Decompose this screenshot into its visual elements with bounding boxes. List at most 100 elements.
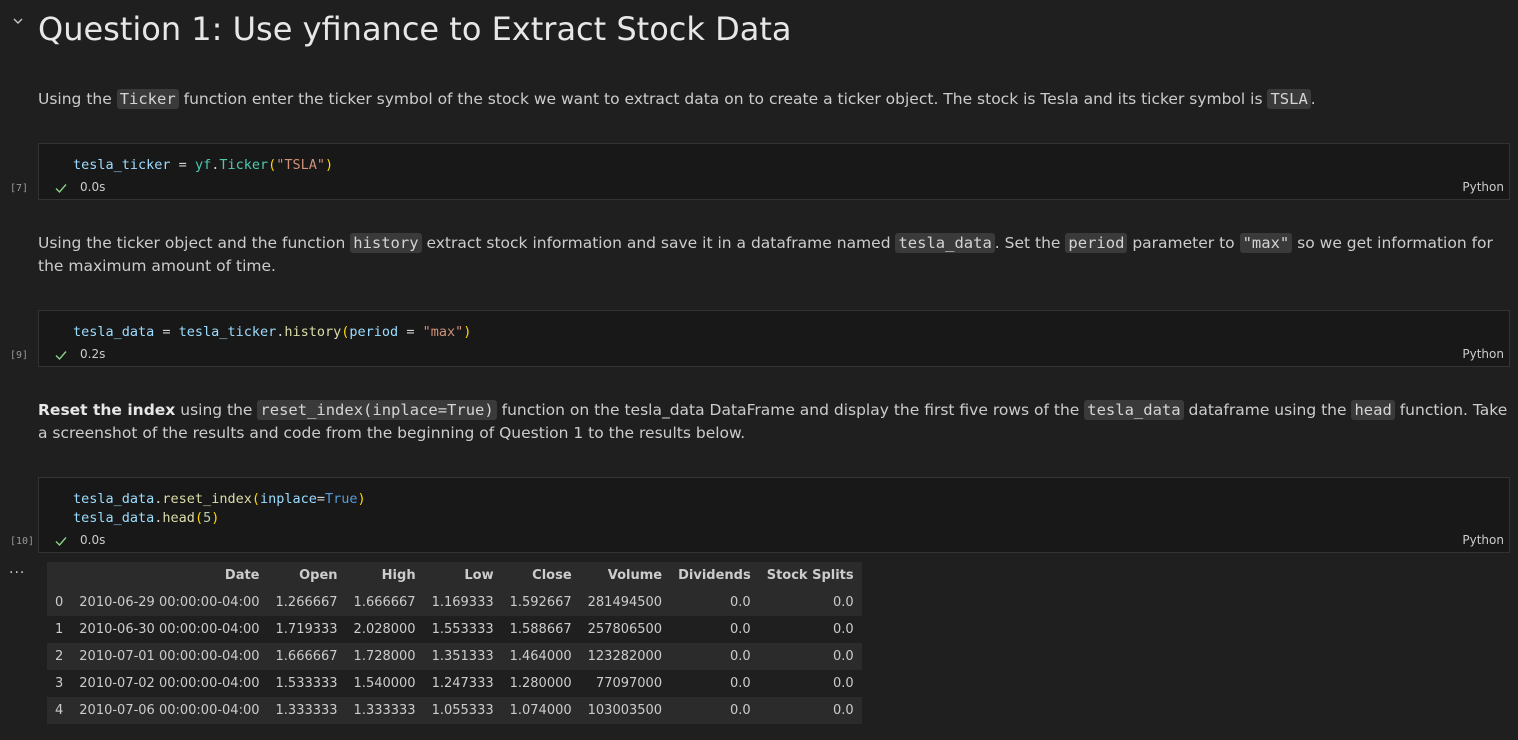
cell-status-bar: 0.2s Python [39, 344, 1509, 366]
table-cell: 1.588667 [501, 616, 580, 643]
row-index: 2 [47, 643, 72, 670]
code-token: ( [194, 510, 204, 526]
row-index: 0 [47, 589, 72, 616]
table-cell: 0.0 [670, 616, 759, 643]
code-token: 5 [203, 510, 212, 526]
cell-status-bar: 0.0s Python [39, 530, 1509, 552]
inline-code: period [1065, 233, 1128, 253]
column-header: Stock Splits [758, 562, 862, 589]
table-cell: 1.666667 [345, 589, 424, 616]
table-cell: 1.592667 [501, 589, 580, 616]
check-icon [54, 181, 68, 195]
execution-time: 0.0s [80, 533, 106, 547]
code-token: True [325, 491, 358, 507]
markdown-cell: Using the Ticker function enter the tick… [38, 88, 1498, 111]
language-selector[interactable]: Python [1462, 347, 1504, 361]
table-cell: 1.055333 [423, 697, 502, 724]
check-icon [54, 348, 68, 362]
md-text: dataframe using the [1183, 401, 1352, 419]
inline-code: tesla_data [895, 233, 995, 253]
table-cell: 0.0 [670, 670, 759, 697]
table-cell: 2010-06-30 00:00:00-04:00 [71, 616, 268, 643]
code-token: = [170, 157, 195, 173]
table-cell: 0.0 [758, 589, 862, 616]
table-cell: 1.333333 [345, 697, 424, 724]
code-token: = [154, 324, 179, 340]
code-editor[interactable]: tesla_ticker = yf.Ticker("TSLA") [73, 156, 333, 175]
inline-code: tesla_data [1084, 400, 1184, 420]
code-token: = [398, 324, 423, 340]
table-cell: 0.0 [758, 643, 862, 670]
column-header: Dividends [670, 562, 759, 589]
table-cell: 1.540000 [345, 670, 424, 697]
code-token: "TSLA" [276, 157, 326, 173]
table-cell: 0.0 [758, 616, 862, 643]
md-text: Using the [38, 90, 117, 108]
column-header: Close [501, 562, 580, 589]
code-token: ) [325, 157, 334, 173]
table-cell: 0.0 [670, 697, 759, 724]
table-cell: 1.728000 [345, 643, 424, 670]
table-cell: 1.074000 [501, 697, 580, 724]
table-cell: 1.333333 [267, 697, 346, 724]
code-editor[interactable]: tesla_data.reset_index(inplace=True) tes… [73, 490, 366, 528]
code-cell[interactable]: tesla_data = tesla_ticker.history(period… [38, 310, 1510, 367]
row-index: 4 [47, 697, 72, 724]
table-row: 0 2010-06-29 00:00:00-04:00 1.266667 1.6… [47, 589, 862, 616]
cell-status-bar: 0.0s Python [39, 177, 1509, 199]
inline-code: Ticker [116, 89, 179, 109]
execution-count: [9] [10, 350, 29, 361]
inline-code: head [1351, 400, 1395, 420]
check-icon [54, 534, 68, 548]
table-cell: 2010-06-29 00:00:00-04:00 [71, 589, 268, 616]
table-cell: 1.464000 [501, 643, 580, 670]
code-cell[interactable]: tesla_data.reset_index(inplace=True) tes… [38, 477, 1510, 553]
md-text: extract stock information and save it in… [421, 234, 896, 252]
table-row: 1 2010-06-30 00:00:00-04:00 1.719333 2.0… [47, 616, 862, 643]
code-token: "max" [422, 324, 464, 340]
table-cell: 0.0 [670, 643, 759, 670]
table-cell: 103003500 [579, 697, 671, 724]
inline-code: history [350, 233, 422, 253]
code-cell[interactable]: tesla_ticker = yf.Ticker("TSLA") 0.0s Py… [38, 143, 1510, 200]
md-text: function enter the ticker symbol of the … [178, 90, 1268, 108]
execution-time: 0.0s [80, 180, 106, 194]
dataframe-output-table: Date Open High Low Close Volume Dividend… [47, 562, 862, 724]
execution-count: [7] [10, 183, 29, 194]
md-text: function on the tesla_data DataFrame and… [496, 401, 1085, 419]
notebook-page: Question 1: Use yfinance to Extract Stoc… [0, 0, 1518, 740]
code-token: history [284, 324, 342, 340]
row-index: 1 [47, 616, 72, 643]
code-token: tesla_ticker [178, 324, 277, 340]
code-token: tesla_ticker [73, 157, 171, 173]
table-cell: 257806500 [579, 616, 671, 643]
code-token: reset_index [162, 491, 252, 507]
inline-code: TSLA [1267, 89, 1311, 109]
inline-code: "max" [1239, 233, 1293, 253]
code-editor[interactable]: tesla_data = tesla_ticker.history(period… [73, 323, 471, 342]
code-token: ) [211, 510, 220, 526]
section-heading: Question 1: Use yfinance to Extract Stoc… [38, 10, 792, 48]
chevron-down-icon[interactable] [11, 14, 25, 28]
table-row: 4 2010-07-06 00:00:00-04:00 1.333333 1.3… [47, 697, 862, 724]
code-token: tesla_data [73, 491, 155, 507]
table-row: 3 2010-07-02 00:00:00-04:00 1.533333 1.5… [47, 670, 862, 697]
code-token: head [162, 510, 195, 526]
table-cell: 1.666667 [267, 643, 346, 670]
output-more-actions-button[interactable]: ... [9, 561, 25, 577]
code-token: Ticker [219, 157, 269, 173]
language-selector[interactable]: Python [1462, 180, 1504, 194]
row-index: 3 [47, 670, 72, 697]
column-header: Volume [579, 562, 671, 589]
table-cell: 1.169333 [423, 589, 502, 616]
md-text: Using the ticker object and the function [38, 234, 351, 252]
table-cell: 0.0 [670, 589, 759, 616]
table-cell: 1.351333 [423, 643, 502, 670]
table-cell: 123282000 [579, 643, 671, 670]
table-cell: 0.0 [758, 670, 862, 697]
language-selector[interactable]: Python [1462, 533, 1504, 547]
table-cell: 281494500 [579, 589, 671, 616]
code-token: ) [463, 324, 472, 340]
table-cell: 1.266667 [267, 589, 346, 616]
table-cell: 1.247333 [423, 670, 502, 697]
